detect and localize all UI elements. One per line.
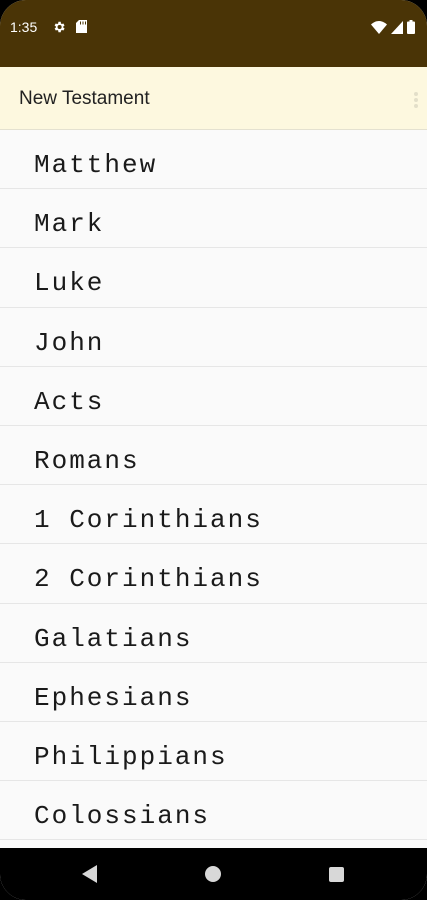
page-title: New Testament [19,88,150,109]
overflow-menu-icon[interactable] [413,91,419,109]
home-icon[interactable] [205,866,221,882]
list-item[interactable]: Ephesians [0,663,427,722]
book-label: Mark [34,209,105,240]
book-list: Matthew Mark Luke John Acts Romans 1 Cor… [0,130,427,848]
phone-screen: 1:35 New Testament Matthew Mark Luke Joh… [0,0,427,900]
book-label: Galatians [34,623,193,654]
book-label: Ephesians [34,682,193,713]
book-label: Acts [34,386,105,417]
gear-icon [54,21,65,33]
list-item[interactable]: Galatians [0,604,427,663]
status-right-icons [371,20,415,34]
battery-icon [407,20,415,34]
book-label: Colossians [34,801,211,832]
list-item[interactable]: Romans [0,426,427,486]
book-label: Luke [34,268,105,299]
list-item[interactable]: Colossians [0,781,427,841]
book-label: Matthew [34,150,158,180]
status-time: 1:35 [10,19,38,35]
book-label: 1 Corinthians [34,505,263,536]
list-item[interactable]: Matthew [0,130,427,190]
wifi-icon [371,20,387,34]
book-label: John [34,327,105,358]
list-item[interactable]: Philippians [0,722,427,782]
list-item[interactable]: Luke [0,248,427,308]
back-icon[interactable] [82,865,98,883]
signal-icon [391,20,403,34]
list-item[interactable]: Acts [0,367,427,426]
recents-icon[interactable] [329,867,344,882]
book-label: Philippians [34,741,228,772]
app-bar: New Testament [0,67,427,130]
status-bar: 1:35 [0,0,427,67]
list-item[interactable]: 1 Corinthians [0,485,427,545]
list-item[interactable]: 2 Corinthians [0,544,427,604]
list-item[interactable]: John [0,308,427,367]
navigation-bar [0,848,427,900]
book-label: Romans [34,445,140,476]
sd-card-icon [76,20,87,33]
book-label: 2 Corinthians [34,564,263,595]
list-item[interactable]: Mark [0,189,427,249]
